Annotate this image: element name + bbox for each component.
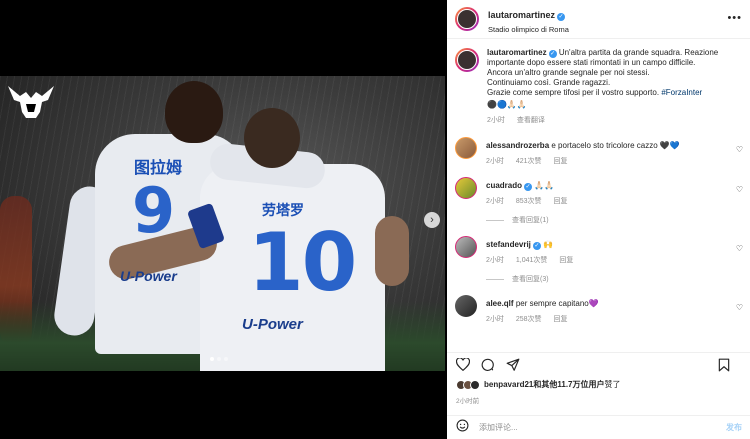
post-comment-button[interactable]: 发布 [726,422,742,433]
verified-badge-icon: ✓ [532,242,541,250]
commenter-username[interactable]: alessandrozerba [486,141,549,150]
comment-time[interactable]: 2小时 [486,198,504,205]
comment-item: alessandrozerba e portacelo sto tricolor… [447,137,750,166]
view-replies-button[interactable]: 查看回复(1) [486,215,731,225]
caption-line-3: Continuiamo così. Grande ragazzi. [487,78,611,87]
player-9-head [165,81,223,143]
jersey-9-sponsor: U-Power [120,268,177,284]
view-replies-button[interactable]: 查看回复(3) [486,274,731,284]
comment-text: 🙌 [543,240,554,249]
like-comment-heart-icon[interactable]: ♡ [736,145,743,154]
post-timestamp[interactable]: 2小时前 [456,395,479,405]
author-avatar[interactable] [455,7,479,31]
comment-likes[interactable]: 258次赞 [516,316,542,323]
caption-avatar[interactable] [455,48,479,72]
author-username[interactable]: lautaromartinez [488,10,555,20]
reply-button[interactable]: 回复 [554,198,568,205]
comment-icon[interactable] [481,358,495,372]
more-options-icon[interactable]: ••• [727,12,742,24]
commenter-avatar[interactable] [455,295,477,317]
caption-time[interactable]: 2小时 [487,117,505,124]
post-media: 图拉姆 9 U-Power 劳塔罗 10 U-Power › [0,0,445,439]
reply-button[interactable]: 回复 [554,316,568,323]
post-panel: lautaromartinez ✓ Stadio olimpico di Roma… [447,0,750,439]
comment-input[interactable] [479,423,679,432]
caption-text: lautaromartinez ✓ Un'altra partita da gra… [487,48,732,112]
comment-item: cuadrado ✓ 🙏🏻🙏🏻 2小时 853次赞 回复 查看回复(1) ♡ [447,177,750,225]
commenter-avatar[interactable] [455,236,477,258]
view-replies-label: 查看回复(1) [512,217,549,224]
comment-text: 🙏🏻🙏🏻 [534,181,555,190]
caption: lautaromartinez ✓ Un'altra partita da gra… [447,40,750,125]
translate-link[interactable]: 查看翻译 [517,117,545,124]
commenter-avatar[interactable] [455,177,477,199]
comment-item: alee.qlf per sempre capitano💜 2小时 258次赞 … [447,295,750,324]
caption-emojis: ⚫🔵🙏🏻🙏🏻 [487,100,527,109]
player-10-right-arm [375,216,409,286]
comment-time[interactable]: 2小时 [486,158,504,165]
emoji-icon[interactable] [456,419,469,437]
jersey-10-sponsor: U-Power [242,316,303,333]
jersey-10-number: 10 [248,216,357,309]
reply-button[interactable]: 回复 [554,158,568,165]
comment-time[interactable]: 2小时 [486,316,504,323]
verified-badge-icon: ✓ [548,50,557,58]
liker-avatar [470,379,480,390]
like-comment-heart-icon[interactable]: ♡ [736,303,743,312]
commenter-username[interactable]: alee.qlf [486,299,514,308]
like-heart-icon[interactable] [456,358,470,372]
commenter-avatar[interactable] [455,137,477,159]
hashtag-link[interactable]: #ForzaInter [661,88,702,97]
commenter-username[interactable]: cuadrado [486,181,522,190]
add-comment-bar: 发布 [447,415,750,439]
caption-line-4: Grazie come sempre tifosi per il vostro … [487,88,660,97]
share-icon[interactable] [506,358,520,372]
carousel-dot [210,357,214,361]
comment-likes[interactable]: 1,041次赞 [516,257,548,264]
commenter-username[interactable]: stefandevrij [486,240,531,249]
likes-summary[interactable]: benpavard21 和其他11.7万位用户 赞了 [456,379,621,390]
comment-text: e portacelo sto tricolore cazzo 🖤💙 [551,141,680,150]
player-10-head [244,108,300,168]
post-header: lautaromartinez ✓ Stadio olimpico di Roma… [447,0,750,39]
likes-suffix: 赞了 [604,380,621,389]
bull-logo-icon [8,86,54,118]
post-location[interactable]: Stadio olimpico di Roma [488,25,569,34]
carousel-dot [224,357,228,361]
like-comment-heart-icon[interactable]: ♡ [736,244,743,253]
post-photo[interactable]: 图拉姆 9 U-Power 劳塔罗 10 U-Power [0,76,445,371]
caption-username[interactable]: lautaromartinez [487,48,547,57]
reply-button[interactable]: 回复 [559,257,573,264]
next-image-button[interactable]: › [424,212,440,228]
verified-badge-icon: ✓ [557,12,566,21]
comment-time[interactable]: 2小时 [486,257,504,264]
like-comment-heart-icon[interactable]: ♡ [736,185,743,194]
carousel-dots [210,357,228,361]
carousel-dot [217,357,221,361]
comment-likes[interactable]: 421次赞 [516,158,542,165]
comment-text: per sempre capitano💜 [515,299,599,308]
caption-line-2: Ancora un'altro grande segnale per noi s… [487,68,650,77]
comments-list: lautaromartinez ✓ Un'altra partita da gra… [447,40,750,343]
liker-avatars [456,379,480,390]
likes-count[interactable]: 和其他11.7万位用户 [533,379,604,390]
comment-likes[interactable]: 853次赞 [516,198,542,205]
action-bar [447,352,750,376]
comment-item: stefandevrij ✓ 🙌 2小时 1,041次赞 回复 查看回复(3) ♡ [447,236,750,284]
view-replies-label: 查看回复(3) [512,276,549,283]
liker-username[interactable]: benpavard21 [484,380,533,389]
jersey-9-number: 9 [132,174,176,247]
verified-badge-icon: ✓ [524,183,533,191]
bookmark-icon[interactable] [717,358,731,372]
